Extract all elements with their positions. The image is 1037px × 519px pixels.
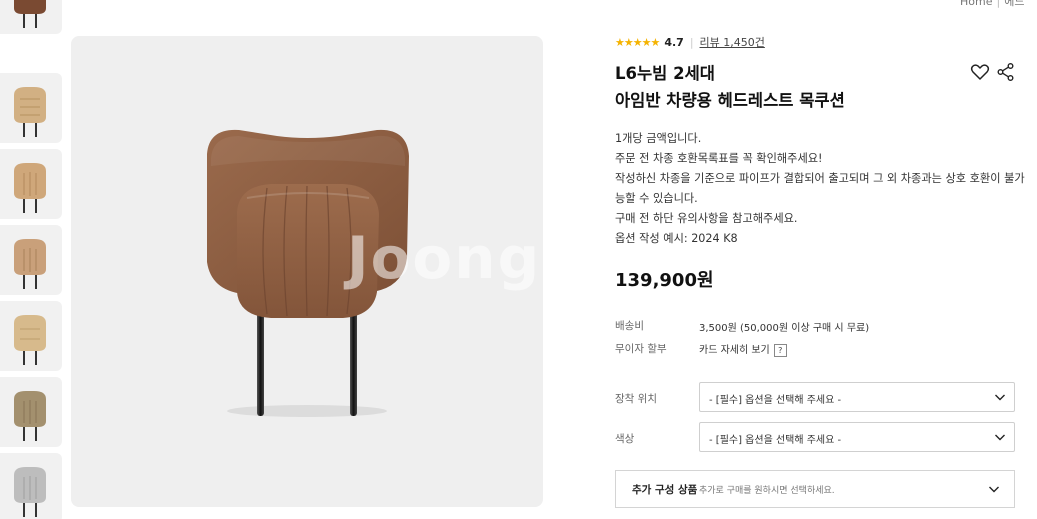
thumbnail-1[interactable]	[0, 73, 62, 143]
addon-title: 추가 구성 상품	[632, 484, 698, 496]
thumbnail-5[interactable]	[0, 377, 62, 447]
share-button[interactable]	[995, 61, 1017, 83]
thumbnail-6[interactable]	[0, 453, 62, 519]
description-line: 능할 수 있습니다.	[615, 192, 698, 205]
thumbnail-4[interactable]	[0, 301, 62, 371]
description-line: 주문 전 차종 호환목록표를 꼭 확인해주세요!	[615, 152, 823, 165]
headrest-thumbnail-image	[14, 239, 46, 289]
option-select-color[interactable]: - [필수] 옵션을 선택해 주세요 -	[699, 422, 1015, 452]
headrest-thumbnail-image	[14, 163, 46, 213]
addon-hint: 추가로 구매를 원하시면 선택하세요.	[699, 486, 835, 496]
headrest-thumbnail-image	[14, 467, 46, 517]
description-line: 1개당 금액입니다.	[615, 132, 702, 145]
option-label-color: 색상	[615, 433, 635, 445]
installment-value: 카드 자세히 보기?	[699, 341, 787, 357]
wishlist-button[interactable]	[969, 61, 991, 83]
option-select-position[interactable]: - [필수] 옵션을 선택해 주세요 -	[699, 382, 1015, 412]
product-price: 139,900원	[615, 270, 714, 291]
description-line: 작성하신 차종을 기준으로 파이프가 결합되어 출고되며 그 외 차종과는 상호…	[615, 172, 1025, 185]
installment-label: 무이자 할부	[615, 343, 667, 355]
chevron-down-icon	[995, 434, 1005, 441]
image-watermark: Joongg	[347, 224, 543, 292]
product-title: L6누빔 2세대 아임반 차량용 헤드레스트 목쿠션	[615, 60, 955, 114]
main-product-image[interactable]: Joongg	[71, 36, 543, 507]
option-select-text: - [필수] 옵션을 선택해 주세요 -	[709, 435, 842, 446]
review-count-link[interactable]: 리뷰 1,450건	[700, 34, 765, 50]
rating-row: ★★★★★ 4.7 | 리뷰 1,450건	[615, 34, 765, 50]
chevron-down-icon	[989, 486, 999, 493]
headrest-thumbnail-image	[14, 87, 46, 137]
description-line: 옵션 작성 예시: 2024 K8	[615, 232, 738, 245]
product-info-panel: ★★★★★ 4.7 | 리뷰 1,450건 L6누빔 2세대 아임반 차량용 헤…	[615, 0, 1025, 519]
option-label-position: 장착 위치	[615, 393, 657, 405]
thumbnail-3[interactable]	[0, 225, 62, 295]
thumbnail-0[interactable]	[0, 0, 62, 34]
shipping-label: 배송비	[615, 320, 644, 332]
shipping-value: 3,500원 (50,000원 이상 구매 시 무료)	[699, 323, 870, 334]
addon-products-toggle[interactable]: 추가 구성 상품 추가로 구매를 원하시면 선택하세요.	[615, 470, 1015, 508]
share-icon	[997, 63, 1014, 81]
heart-icon	[970, 64, 990, 80]
product-description: 1개당 금액입니다. 주문 전 차종 호환목록표를 꼭 확인해주세요! 작성하신…	[615, 129, 1025, 249]
chevron-down-icon	[995, 394, 1005, 401]
option-select-text: - [필수] 옵션을 선택해 주세요 -	[709, 395, 842, 406]
thumbnail-2[interactable]	[0, 149, 62, 219]
product-title-line1: L6누빔 2세대	[615, 64, 715, 83]
star-icon: ★★★★★	[615, 35, 660, 49]
card-details-link[interactable]: 카드 자세히 보기	[699, 345, 770, 356]
rating-value: 4.7	[664, 35, 684, 49]
help-icon[interactable]: ?	[773, 343, 787, 357]
headrest-thumbnail-image	[14, 391, 46, 441]
headrest-thumbnail-image	[14, 0, 46, 28]
product-title-line2: 아임반 차량용 헤드레스트 목쿠션	[615, 91, 845, 110]
thumbnail-list	[0, 0, 62, 519]
headrest-thumbnail-image	[14, 315, 46, 365]
rating-separator: |	[689, 35, 694, 49]
description-line: 구매 전 하단 유의사항을 참고해주세요.	[615, 212, 798, 225]
